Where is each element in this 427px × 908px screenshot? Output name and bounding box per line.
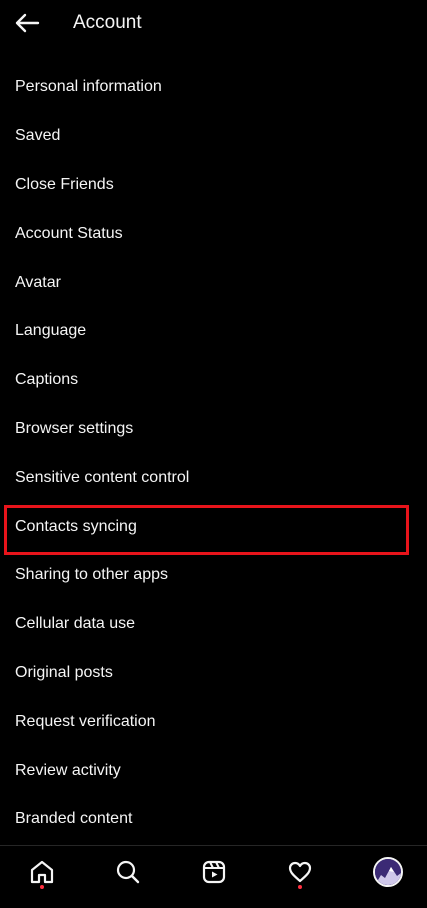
menu-item-label: Language (15, 322, 87, 340)
menu-item-contacts-syncing[interactable]: Contacts syncing (0, 502, 427, 551)
menu-item-captions[interactable]: Captions (0, 356, 427, 405)
menu-item-original-posts[interactable]: Original posts (0, 649, 427, 698)
menu-item-language[interactable]: Language (0, 307, 427, 356)
menu-item-sensitive-content-control[interactable]: Sensitive content control (0, 453, 427, 502)
menu-item-label: Browser settings (15, 419, 134, 437)
search-icon (116, 860, 140, 884)
menu-item-label: Review activity (15, 761, 121, 779)
home-icon (30, 860, 54, 884)
header: Account (0, 0, 427, 48)
menu-item-label: Avatar (15, 273, 61, 291)
menu-item-personal-information[interactable]: Personal information (0, 63, 427, 112)
menu-item-label: Account Status (15, 224, 123, 242)
back-button[interactable] (8, 6, 46, 40)
profile-avatar-image (375, 859, 401, 885)
menu-item-label: Branded content (15, 810, 133, 828)
account-menu: Personal information Saved Close Friends… (0, 63, 427, 844)
menu-item-label: Captions (15, 371, 79, 389)
menu-item-label: Personal information (15, 78, 162, 96)
menu-item-label: Close Friends (15, 175, 114, 193)
menu-item-browser-settings[interactable]: Browser settings (0, 405, 427, 454)
menu-item-cellular-data-use[interactable]: Cellular data use (0, 600, 427, 649)
menu-item-label: Contacts syncing (15, 517, 137, 535)
menu-item-label: Sharing to other apps (15, 566, 168, 584)
menu-item-close-friends[interactable]: Close Friends (0, 161, 427, 210)
account-settings-screen: Account Personal information Saved Close… (0, 0, 427, 908)
menu-item-saved[interactable]: Saved (0, 112, 427, 161)
nav-activity[interactable] (274, 846, 326, 898)
heart-icon (288, 861, 312, 883)
menu-item-avatar[interactable]: Avatar (0, 258, 427, 307)
menu-item-branded-content[interactable]: Branded content (0, 795, 427, 844)
menu-item-review-activity[interactable]: Review activity (0, 746, 427, 795)
menu-item-sharing-to-other-apps[interactable]: Sharing to other apps (0, 551, 427, 600)
notification-dot (40, 885, 44, 889)
nav-search[interactable] (102, 846, 154, 898)
menu-item-request-verification[interactable]: Request verification (0, 697, 427, 746)
arrow-left-icon (15, 13, 40, 33)
menu-item-label: Original posts (15, 663, 113, 681)
nav-profile[interactable] (362, 846, 414, 898)
menu-item-label: Cellular data use (15, 615, 136, 633)
menu-item-label: Saved (15, 127, 61, 145)
menu-item-label: Request verification (15, 712, 156, 730)
avatar (373, 857, 403, 887)
bottom-navigation (0, 845, 427, 908)
page-title: Account (73, 12, 142, 33)
nav-home[interactable] (16, 846, 68, 898)
reels-icon (202, 860, 226, 884)
menu-item-label: Sensitive content control (15, 468, 190, 486)
nav-reels[interactable] (188, 846, 240, 898)
notification-dot (298, 885, 302, 889)
menu-item-account-status[interactable]: Account Status (0, 209, 427, 258)
